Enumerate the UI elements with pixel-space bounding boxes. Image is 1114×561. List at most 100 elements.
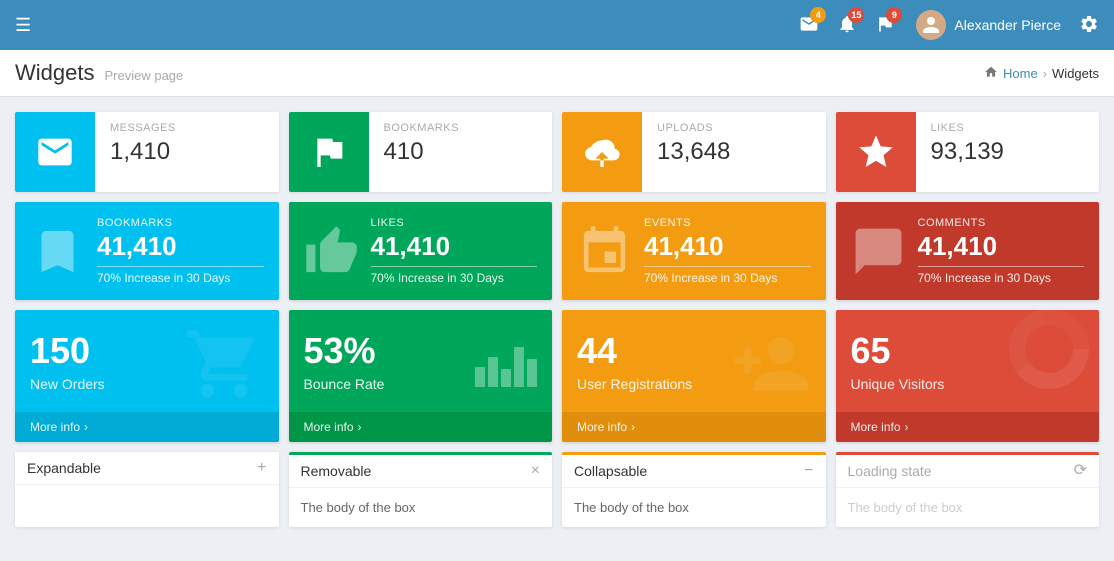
card-registrations-body: 44 User Registrations bbox=[562, 310, 826, 412]
colored-bookmarks-sub: 70% Increase in 30 Days bbox=[97, 271, 264, 285]
settings-icon-wrapper[interactable] bbox=[1079, 14, 1099, 37]
colored-likes-label: LIKES bbox=[371, 217, 538, 229]
likes-label: LIKES bbox=[931, 122, 1085, 134]
breadcrumb-bar: Widgets Preview page Home › Widgets bbox=[0, 50, 1114, 97]
collapsable-action[interactable]: − bbox=[804, 463, 813, 479]
stat-box-uploads: UPLOADS 13,648 bbox=[562, 112, 826, 192]
bookmarks-icon bbox=[309, 132, 349, 172]
messages-icon-area bbox=[15, 112, 95, 192]
registrations-footer[interactable]: More info › bbox=[562, 412, 826, 442]
bar-4 bbox=[514, 347, 524, 387]
breadcrumb-current: Widgets bbox=[1052, 66, 1099, 81]
menu-icon[interactable]: ☰ bbox=[15, 15, 31, 36]
stat-box-messages: MESSAGES 1,410 bbox=[15, 112, 279, 192]
bounce-footer[interactable]: More info › bbox=[289, 412, 553, 442]
card-registrations: 44 User Registrations More info › bbox=[562, 310, 826, 442]
loading-action: ⟳ bbox=[1074, 463, 1087, 479]
colored-box-likes: LIKES 41,410 70% Increase in 30 Days bbox=[289, 202, 553, 300]
settings-icon bbox=[1079, 14, 1099, 34]
orders-arrow: › bbox=[84, 420, 88, 434]
card-visitors: 65 Unique Visitors More info › bbox=[836, 310, 1100, 442]
colored-likes-sub: 70% Increase in 30 Days bbox=[371, 271, 538, 285]
colored-likes-value: 41,410 bbox=[371, 231, 538, 267]
colored-box-comments: COMMENTS 41,410 70% Increase in 30 Days bbox=[836, 202, 1100, 300]
username-label: Alexander Pierce bbox=[954, 17, 1061, 33]
page-title: Widgets bbox=[15, 60, 94, 86]
user-menu[interactable]: Alexander Pierce bbox=[916, 10, 1061, 40]
uploads-content: UPLOADS 13,648 bbox=[642, 112, 826, 192]
uploads-icon-area bbox=[562, 112, 642, 192]
uploads-label: UPLOADS bbox=[657, 122, 811, 134]
bar-2 bbox=[488, 357, 498, 387]
registrations-arrow: › bbox=[631, 420, 635, 434]
colored-likes-content: LIKES 41,410 70% Increase in 30 Days bbox=[371, 217, 538, 285]
colored-bookmarks-value: 41,410 bbox=[97, 231, 264, 267]
flag-badge: 9 bbox=[886, 7, 902, 23]
colored-comments-label: COMMENTS bbox=[918, 217, 1085, 229]
stat-row-3: 150 New Orders More info › 53% Bounce Ra… bbox=[15, 310, 1099, 442]
expandable-action[interactable]: + bbox=[257, 460, 266, 476]
bookmarks-value: 410 bbox=[384, 138, 538, 166]
visitors-footer[interactable]: More info › bbox=[836, 412, 1100, 442]
pie-bg-icon bbox=[1009, 310, 1089, 392]
box-removable: Removable × The body of the box bbox=[289, 452, 553, 527]
box-loading: Loading state ⟳ The body of the box bbox=[836, 452, 1100, 527]
colored-comments-sub: 70% Increase in 30 Days bbox=[918, 271, 1085, 285]
removable-body: The body of the box bbox=[289, 488, 553, 527]
removable-title: Removable bbox=[301, 463, 372, 479]
registrations-more-info: More info bbox=[577, 420, 627, 434]
colored-events-label: EVENTS bbox=[644, 217, 811, 229]
cart-bg-icon bbox=[184, 324, 264, 407]
card-orders-body: 150 New Orders bbox=[15, 310, 279, 412]
page-title-area: Widgets Preview page bbox=[15, 60, 183, 86]
bookmarks-content: BOOKMARKS 410 bbox=[369, 112, 553, 192]
orders-more-info: More info bbox=[30, 420, 80, 434]
bookmark-big-icon bbox=[30, 224, 85, 279]
flag-icon-wrapper[interactable]: 9 bbox=[870, 9, 900, 42]
colored-bookmarks-content: BOOKMARKS 41,410 70% Increase in 30 Days bbox=[97, 217, 264, 285]
bar-3 bbox=[501, 369, 511, 387]
breadcrumb-chevron: › bbox=[1043, 66, 1047, 81]
mail-icon-wrapper[interactable]: 4 bbox=[794, 9, 824, 42]
collapsable-header: Collapsable − bbox=[562, 452, 826, 488]
loading-title: Loading state bbox=[848, 463, 932, 479]
header-icons: 4 15 9 Alexander Pierce bbox=[794, 9, 1099, 42]
bar-1 bbox=[475, 367, 485, 387]
uploads-icon bbox=[582, 132, 622, 172]
main-content: MESSAGES 1,410 BOOKMARKS 410 UPLOADS 13,… bbox=[0, 97, 1114, 552]
removable-action[interactable]: × bbox=[531, 463, 540, 479]
person-bg-icon bbox=[731, 324, 811, 407]
colored-box-bookmarks: BOOKMARKS 41,410 70% Increase in 30 Days bbox=[15, 202, 279, 300]
chat-big-icon bbox=[851, 224, 906, 279]
messages-label: MESSAGES bbox=[110, 122, 264, 134]
visitors-more-info: More info bbox=[851, 420, 901, 434]
likes-value: 93,139 bbox=[931, 138, 1085, 166]
box-collapsable: Collapsable − The body of the box bbox=[562, 452, 826, 527]
stat-box-bookmarks: BOOKMARKS 410 bbox=[289, 112, 553, 192]
stat-box-likes: LIKES 93,139 bbox=[836, 112, 1100, 192]
star-icon bbox=[856, 132, 896, 172]
bell-badge: 15 bbox=[848, 7, 864, 23]
messages-value: 1,410 bbox=[110, 138, 264, 166]
collapsable-title: Collapsable bbox=[574, 463, 647, 479]
colored-bookmarks-label: BOOKMARKS bbox=[97, 217, 264, 229]
removable-header: Removable × bbox=[289, 452, 553, 488]
card-orders: 150 New Orders More info › bbox=[15, 310, 279, 442]
bounce-more-info: More info bbox=[304, 420, 354, 434]
colored-events-sub: 70% Increase in 30 Days bbox=[644, 271, 811, 285]
breadcrumb-home-link[interactable]: Home bbox=[1003, 66, 1038, 81]
card-bounce-body: 53% Bounce Rate bbox=[289, 310, 553, 412]
thumbsup-big-icon bbox=[304, 224, 359, 279]
orders-footer[interactable]: More info › bbox=[15, 412, 279, 442]
bar-5 bbox=[527, 359, 537, 387]
colored-comments-content: COMMENTS 41,410 70% Increase in 30 Days bbox=[918, 217, 1085, 285]
calendar-big-icon bbox=[577, 224, 632, 279]
breadcrumb: Home › Widgets bbox=[984, 65, 1099, 82]
card-bounce: 53% Bounce Rate More info › bbox=[289, 310, 553, 442]
collapsable-body: The body of the box bbox=[562, 488, 826, 527]
envelope-icon bbox=[35, 132, 75, 172]
loading-header: Loading state ⟳ bbox=[836, 452, 1100, 488]
box-expandable: Expandable + bbox=[15, 452, 279, 527]
bell-icon-wrapper[interactable]: 15 bbox=[832, 9, 862, 42]
page-subtitle: Preview page bbox=[104, 68, 183, 83]
